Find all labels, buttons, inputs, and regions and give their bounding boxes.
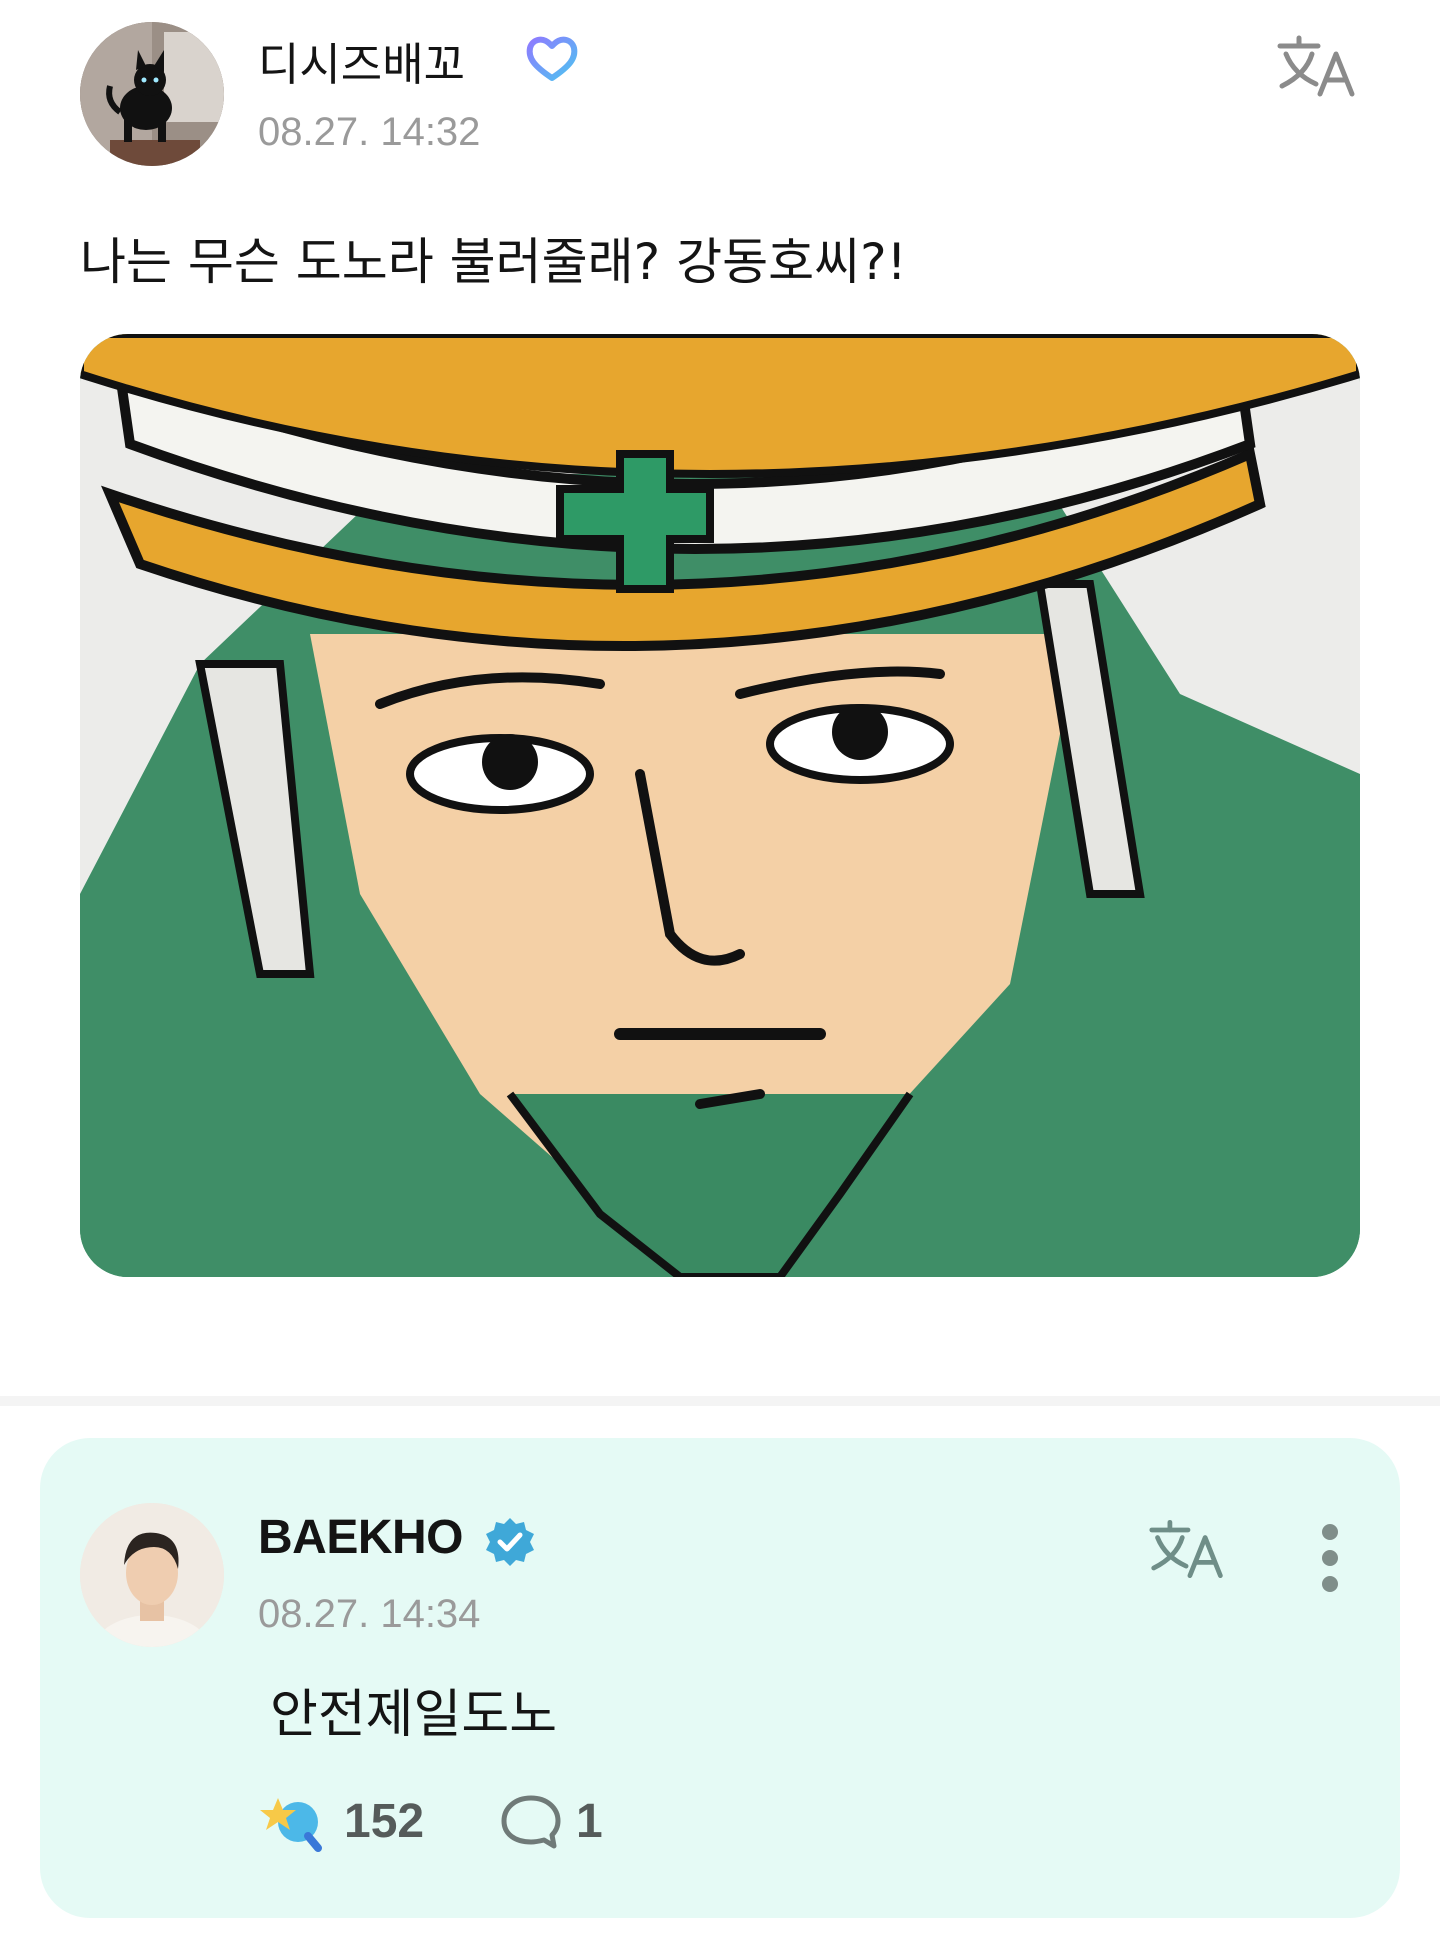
comment-bubble-icon[interactable] — [500, 1794, 562, 1850]
post-author-name[interactable]: 디시즈배꼬 — [258, 28, 465, 93]
reply-text: 안전제일도노 — [270, 1685, 558, 1745]
post-author-avatar[interactable] — [80, 22, 224, 166]
reply-author-name[interactable]: BAEKHO — [258, 1510, 464, 1565]
translate-icon[interactable] — [1276, 34, 1360, 98]
reply-timestamp: 08.27. 14:34 — [258, 1592, 481, 1636]
reaction-count: 152 — [344, 1795, 425, 1848]
translate-icon[interactable] — [1148, 1518, 1228, 1580]
section-divider — [0, 1396, 1440, 1406]
reply-card — [40, 1438, 1400, 1918]
black-cat-avatar-image — [80, 22, 224, 166]
reply-author-avatar[interactable] — [80, 1503, 224, 1647]
cartoon-safety-worker-image — [80, 334, 1360, 1277]
verified-badge-icon — [486, 1518, 534, 1566]
post-text: 나는 무슨 도노라 불러줄래? 강동호씨?! — [80, 233, 907, 291]
more-vertical-icon[interactable] — [1316, 1520, 1344, 1596]
membership-heart-badge-icon — [526, 36, 578, 81]
reaction-icon[interactable] — [258, 1792, 328, 1854]
artist-profile-photo — [80, 1503, 224, 1647]
comment-count: 1 — [576, 1795, 603, 1848]
post-timestamp: 08.27. 14:32 — [258, 110, 481, 154]
post-image[interactable] — [80, 334, 1360, 1277]
